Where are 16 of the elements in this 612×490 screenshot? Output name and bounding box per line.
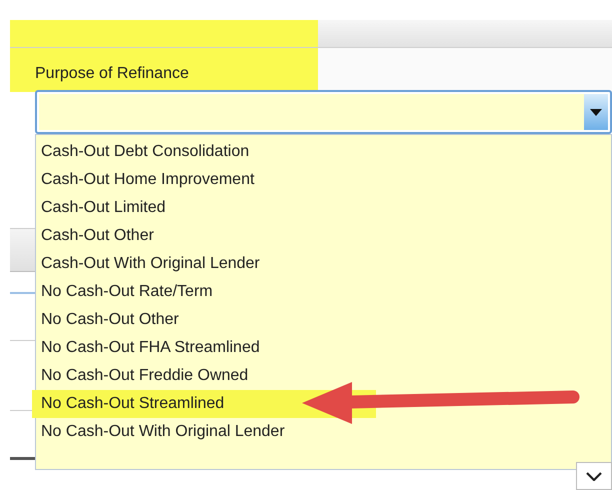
dropdown-option[interactable]: No Cash-Out With Original Lender [36,418,611,446]
dropdown-option[interactable]: No Cash-Out Rate/Term [36,278,611,306]
chevron-icon [586,472,602,480]
dropdown-option[interactable]: Cash-Out Debt Consolidation [36,138,611,166]
select-button[interactable] [576,462,612,490]
dropdown-button[interactable] [584,94,608,130]
dropdown-option[interactable]: Cash-Out With Original Lender [36,250,611,278]
panel-bar [10,228,35,272]
dropdown-option[interactable]: Cash-Out Home Improvement [36,166,611,194]
dropdown-option[interactable]: No Cash-Out FHA Streamlined [36,334,611,362]
dropdown-option[interactable]: Cash-Out Other [36,222,611,250]
dropdown-option[interactable]: No Cash-Out Other [36,306,611,334]
dropdown-option[interactable]: Cash-Out Limited [36,194,611,222]
dropdown-option[interactable]: No Cash-Out Freddie Owned [36,362,611,390]
caret-icon [590,108,602,116]
field-label: Purpose of Refinance [35,65,189,82]
